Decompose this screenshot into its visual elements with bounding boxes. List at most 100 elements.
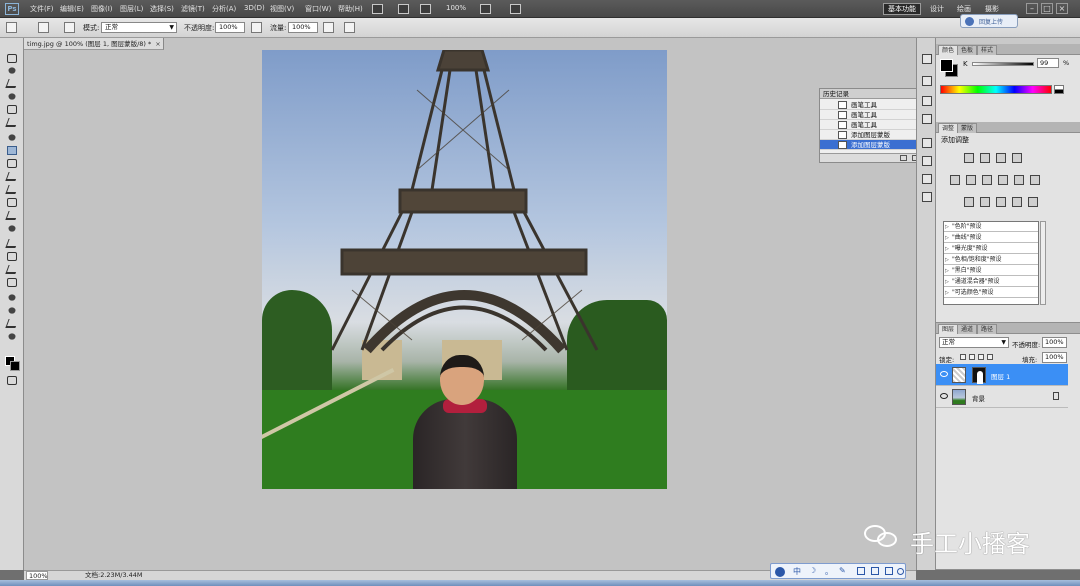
fill-input[interactable]: 100%: [1042, 352, 1067, 363]
brightness-icon[interactable]: [964, 153, 974, 163]
vibrance-icon[interactable]: [950, 175, 960, 185]
history-brush-tool-icon[interactable]: [5, 172, 19, 181]
eye-icon[interactable]: [940, 371, 948, 377]
crop-tool-icon[interactable]: [7, 105, 17, 114]
curves-icon[interactable]: [996, 153, 1006, 163]
tab-swatches[interactable]: 色板: [957, 45, 978, 55]
blur-tool-icon[interactable]: [5, 211, 19, 220]
pressure-opacity-icon[interactable]: [251, 22, 262, 33]
history-item[interactable]: 画笔工具: [820, 120, 930, 130]
menu-file[interactable]: 文件(F): [30, 4, 54, 14]
menu-select[interactable]: 选择(S): [150, 4, 174, 14]
eraser-tool-icon[interactable]: [5, 185, 19, 194]
preset-selective-color[interactable]: "可选颜色"预设: [944, 288, 1038, 299]
history-item[interactable]: 画笔工具: [820, 100, 930, 110]
threshold-icon[interactable]: [996, 197, 1006, 207]
gradient-map-icon[interactable]: [1012, 197, 1022, 207]
tab-channels[interactable]: 通道: [957, 324, 978, 334]
dodge-tool-icon[interactable]: [8, 225, 16, 232]
ime-pen[interactable]: ✎: [839, 566, 846, 575]
brush-size-icon[interactable]: [38, 22, 49, 33]
color-balance-icon[interactable]: [982, 175, 992, 185]
hue-saturation-icon[interactable]: [966, 175, 976, 185]
bridge-icon[interactable]: [372, 4, 383, 14]
type-tool-icon[interactable]: [7, 252, 17, 261]
lasso-tool-icon[interactable]: [5, 79, 19, 88]
document-tab[interactable]: timg.jpg @ 100% (图层 1, 图层蒙版/8) * ×: [24, 38, 164, 50]
preset-black-white[interactable]: "黑白"预设: [944, 266, 1038, 277]
info-panel-icon[interactable]: [922, 114, 932, 124]
path-select-tool-icon[interactable]: [5, 265, 19, 274]
tab-adjustments[interactable]: 调整: [938, 123, 959, 133]
hand-tool-icon[interactable]: [5, 319, 19, 328]
3d-panel-icon[interactable]: [922, 96, 932, 106]
layer-row-selected[interactable]: 图层 1: [936, 364, 1068, 386]
hand-view-icon[interactable]: [480, 4, 491, 14]
arrange-view-icon[interactable]: [420, 4, 431, 14]
workspace-design-link[interactable]: 设计: [930, 4, 944, 14]
tab-styles[interactable]: 样式: [977, 45, 998, 55]
k-channel-input[interactable]: 99: [1037, 58, 1059, 68]
opacity-input[interactable]: 100%: [215, 22, 245, 33]
pen-tool-icon[interactable]: [5, 239, 19, 248]
clone-source-icon[interactable]: [922, 156, 932, 166]
menu-window[interactable]: 窗口(W): [305, 4, 331, 14]
shape-tool-icon[interactable]: [7, 278, 17, 287]
history-panel-icon[interactable]: [922, 54, 932, 64]
actions-panel-icon[interactable]: [922, 76, 932, 86]
eyedropper-tool-icon[interactable]: [5, 118, 19, 127]
cs-live-button[interactable]: 回复上传: [960, 14, 1018, 28]
keyboard-icon[interactable]: [871, 567, 879, 575]
color-spectrum-ramp[interactable]: [940, 85, 1052, 94]
layer-name[interactable]: 图层 1: [991, 371, 1010, 381]
blend-mode-select[interactable]: 正常 ▼: [939, 337, 1009, 348]
3d-orbit-tool-icon[interactable]: [8, 307, 16, 314]
workspace-photo-link[interactable]: 摄影: [985, 4, 999, 14]
menu-help[interactable]: 帮助(H): [338, 4, 363, 14]
selective-color-icon[interactable]: [1028, 197, 1038, 207]
ime-punctuation[interactable]: 。: [825, 566, 833, 577]
flow-input[interactable]: 100%: [288, 22, 318, 33]
tab-paths[interactable]: 路径: [977, 324, 998, 334]
brush-panel-icon[interactable]: [64, 22, 75, 33]
shirt-icon[interactable]: [885, 567, 893, 575]
lock-all-icon[interactable]: [987, 354, 993, 360]
gradient-tool-icon[interactable]: [7, 198, 17, 207]
layer-name[interactable]: 背景: [972, 393, 985, 403]
character-panel-icon[interactable]: [922, 174, 932, 184]
black-white-ramp[interactable]: [1054, 85, 1064, 94]
close-icon[interactable]: ×: [1056, 3, 1068, 14]
workspace-essentials-button[interactable]: 基本功能: [883, 3, 921, 15]
channel-mixer-icon[interactable]: [1030, 175, 1040, 185]
tab-color[interactable]: 颜色: [938, 45, 959, 55]
posterize-icon[interactable]: [980, 197, 990, 207]
mode-select[interactable]: 正常 ▼: [101, 22, 177, 33]
layer-mask-thumbnail[interactable]: [972, 367, 986, 384]
brush-panel-icon[interactable]: [922, 138, 932, 148]
history-item[interactable]: 画笔工具: [820, 110, 930, 120]
marquee-tool-icon[interactable]: [8, 67, 16, 74]
black-white-icon[interactable]: [998, 175, 1008, 185]
quick-select-tool-icon[interactable]: [8, 93, 16, 100]
photo-filter-icon[interactable]: [1014, 175, 1024, 185]
screen-mode-icon[interactable]: [510, 4, 521, 14]
brush-tool-icon[interactable]: [7, 146, 17, 155]
clone-stamp-tool-icon[interactable]: [7, 159, 17, 168]
preset-exposure[interactable]: "曝光度"预设: [944, 244, 1038, 255]
preset-channel-mixer[interactable]: "通道混合器"预设: [944, 277, 1038, 288]
ime-chinese-mode[interactable]: 中: [793, 566, 801, 577]
airbrush-icon[interactable]: [323, 22, 334, 33]
zoom-level[interactable]: 100%: [446, 4, 466, 12]
menu-analysis[interactable]: 分析(A): [212, 4, 236, 14]
new-snapshot-icon[interactable]: [900, 155, 907, 161]
eye-icon[interactable]: [940, 393, 948, 399]
minimize-icon[interactable]: –: [1026, 3, 1038, 14]
lock-transparency-icon[interactable]: [960, 354, 966, 360]
scissors-icon[interactable]: [857, 567, 865, 575]
layer-row[interactable]: 背景: [936, 386, 1068, 408]
menu-image[interactable]: 图像(I): [91, 4, 113, 14]
tab-close-icon[interactable]: ×: [155, 40, 160, 48]
tab-masks[interactable]: 蒙版: [957, 123, 978, 133]
presets-scrollbar[interactable]: [1040, 221, 1046, 305]
maximize-icon[interactable]: □: [1041, 3, 1053, 14]
